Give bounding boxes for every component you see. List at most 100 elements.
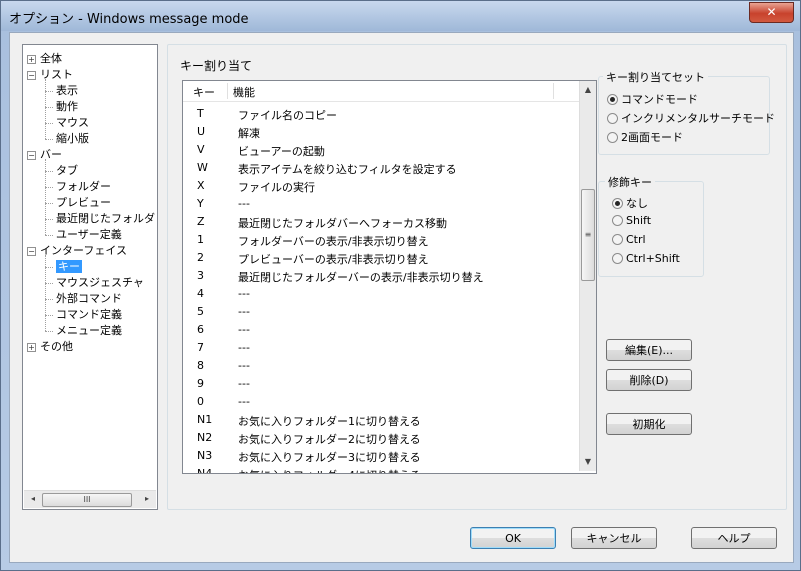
tree-item[interactable]: プレビュー: [56, 195, 111, 211]
key-cell: 0: [197, 395, 204, 408]
scroll-down-icon[interactable]: ▼: [581, 455, 595, 469]
table-row[interactable]: 7 ---: [183, 339, 580, 357]
help-button[interactable]: ヘルプ: [691, 527, 777, 549]
function-cell: お気に入りフォルダー2に切り替える: [238, 433, 421, 446]
key-cell: X: [197, 179, 205, 192]
table-row[interactable]: U 解凍: [183, 123, 580, 141]
table-row[interactable]: N1 お気に入りフォルダー1に切り替える: [183, 411, 580, 429]
collapse-icon[interactable]: −: [27, 247, 36, 256]
radio-icon[interactable]: [607, 113, 618, 124]
key-cell: U: [197, 125, 206, 138]
keyset-option[interactable]: 2画面モード: [607, 129, 683, 145]
function-cell: ---: [238, 305, 250, 318]
modifier-option[interactable]: Ctrl: [612, 233, 646, 249]
table-row[interactable]: 5 ---: [183, 303, 580, 321]
expand-icon[interactable]: +: [27, 343, 36, 352]
title-bar[interactable]: オプション - Windows message mode ✕: [1, 1, 800, 31]
cancel-button[interactable]: キャンセル: [571, 527, 657, 549]
expand-icon[interactable]: +: [27, 55, 36, 64]
table-row[interactable]: N4 お気に入りフォルダー4に切り替える: [183, 465, 580, 473]
dialog-body: ◂ III ▸ + 全体 − リスト 表示 動作 マウス 縮小版 − バー タブ フォルダー プレビュー…: [9, 32, 794, 563]
radio-icon[interactable]: [607, 94, 618, 105]
table-row[interactable]: 4 ---: [183, 285, 580, 303]
collapse-icon[interactable]: −: [27, 151, 36, 160]
list-vertical-scrollbar[interactable]: ▲ ≡ ▼: [579, 81, 596, 471]
tree-scroll-thumb[interactable]: III: [42, 493, 132, 507]
tree-item-label: バー: [40, 148, 62, 161]
tree-item-label: マウスジェスチャ: [56, 276, 144, 289]
delete-button[interactable]: 削除(D): [606, 369, 692, 391]
table-row[interactable]: N2 お気に入りフォルダー2に切り替える: [183, 429, 580, 447]
tree-item[interactable]: メニュー定義: [56, 323, 122, 339]
scroll-left-icon[interactable]: ◂: [26, 492, 40, 506]
tree-item-label: 縮小版: [56, 132, 89, 145]
table-row[interactable]: 9 ---: [183, 375, 580, 393]
table-row[interactable]: W 表示アイテムを絞り込むフィルタを設定する: [183, 159, 580, 177]
tree-horizontal-scrollbar[interactable]: ◂ III ▸: [24, 490, 156, 508]
keyset-option-label: 2画面モード: [621, 131, 683, 144]
scroll-up-icon[interactable]: ▲: [581, 83, 595, 97]
tree-item[interactable]: ユーザー定義: [56, 227, 122, 243]
ok-button[interactable]: OK: [470, 527, 556, 549]
close-button[interactable]: ✕: [749, 2, 794, 23]
table-row[interactable]: 3 最近閉じたフォルダーバーの表示/非表示切り替え: [183, 267, 580, 285]
key-cell: 8: [197, 359, 204, 372]
tree-item[interactable]: その他: [40, 339, 73, 355]
tree-item[interactable]: キー: [56, 259, 82, 275]
radio-icon[interactable]: [607, 132, 618, 143]
key-cell: V: [197, 143, 205, 156]
edit-button[interactable]: 編集(E)...: [606, 339, 692, 361]
function-cell: 表示アイテムを絞り込むフィルタを設定する: [238, 163, 457, 176]
column-header-key[interactable]: キー: [193, 84, 215, 100]
table-row[interactable]: 1 フォルダーバーの表示/非表示切り替え: [183, 231, 580, 249]
modifier-option[interactable]: Ctrl+Shift: [612, 252, 680, 268]
tree-item[interactable]: タブ: [56, 163, 78, 179]
function-cell: ビューアーの起動: [238, 145, 325, 158]
function-cell: 最近閉じたフォルダーバーの表示/非表示切り替え: [238, 271, 484, 284]
table-row[interactable]: 2 プレビューバーの表示/非表示切り替え: [183, 249, 580, 267]
table-row[interactable]: Z 最近閉じたフォルダバーへフォーカス移動: [183, 213, 580, 231]
tree-item[interactable]: コマンド定義: [56, 307, 122, 323]
radio-icon[interactable]: [612, 198, 623, 209]
scroll-right-icon[interactable]: ▸: [140, 492, 154, 506]
table-row[interactable]: V ビューアーの起動: [183, 141, 580, 159]
tree-item[interactable]: 動作: [56, 99, 78, 115]
category-tree[interactable]: ◂ III ▸ + 全体 − リスト 表示 動作 マウス 縮小版 − バー タブ フォルダー プレビュー…: [22, 44, 158, 510]
collapse-icon[interactable]: −: [27, 71, 36, 80]
tree-item-label: メニュー定義: [56, 324, 122, 337]
table-row[interactable]: N3 お気に入りフォルダー3に切り替える: [183, 447, 580, 465]
key-cell: 3: [197, 269, 204, 282]
table-row[interactable]: Y ---: [183, 195, 580, 213]
column-header-function[interactable]: 機能: [233, 84, 255, 100]
table-row[interactable]: 6 ---: [183, 321, 580, 339]
tree-item[interactable]: マウス: [56, 115, 89, 131]
table-row[interactable]: 8 ---: [183, 357, 580, 375]
modifier-option[interactable]: Shift: [612, 214, 651, 230]
key-cell: N2: [197, 431, 213, 444]
table-row[interactable]: T ファイル名のコピー: [183, 105, 580, 123]
key-cell: 2: [197, 251, 204, 264]
radio-icon[interactable]: [612, 253, 623, 264]
tree-item[interactable]: 外部コマンド: [56, 291, 122, 307]
table-row[interactable]: X ファイルの実行: [183, 177, 580, 195]
table-row[interactable]: 0 ---: [183, 393, 580, 411]
tree-item[interactable]: インターフェイス: [40, 243, 127, 259]
list-scroll-thumb[interactable]: ≡: [581, 189, 595, 281]
keyset-option[interactable]: インクリメンタルサーチモード: [607, 110, 775, 126]
key-assign-list[interactable]: キー 機能 T ファイル名のコピー U 解凍 V ビューアーの起動 W 表示アイテムを絞り込む…: [182, 80, 597, 474]
function-cell: ファイル名のコピー: [238, 109, 337, 122]
modifier-option[interactable]: なし: [612, 195, 648, 211]
tree-item[interactable]: 表示: [56, 83, 78, 99]
tree-item[interactable]: バー: [40, 147, 62, 163]
reset-button[interactable]: 初期化: [606, 413, 692, 435]
tree-item[interactable]: 全体: [40, 51, 62, 67]
tree-item[interactable]: 最近閉じたフォルダ: [56, 211, 155, 227]
key-cell: 6: [197, 323, 204, 336]
tree-item[interactable]: マウスジェスチャ: [56, 275, 144, 291]
tree-item[interactable]: 縮小版: [56, 131, 89, 147]
radio-icon[interactable]: [612, 215, 623, 226]
keyset-option[interactable]: コマンドモード: [607, 91, 698, 107]
function-cell: ---: [238, 287, 250, 300]
tree-item[interactable]: フォルダー: [56, 179, 111, 195]
radio-icon[interactable]: [612, 234, 623, 245]
